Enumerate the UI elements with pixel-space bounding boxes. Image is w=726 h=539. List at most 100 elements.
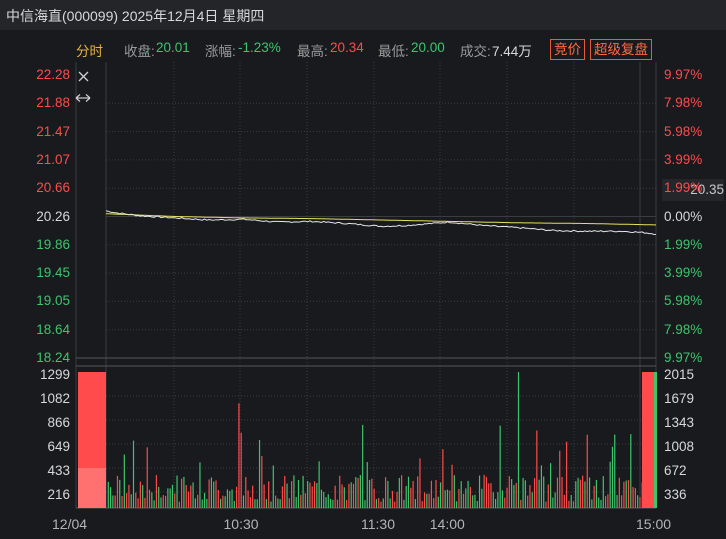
volume-bar xyxy=(460,481,462,508)
volume-bar xyxy=(584,481,586,508)
volume-bar xyxy=(611,446,614,508)
volume-bar xyxy=(472,495,474,508)
volume-bar xyxy=(274,495,277,508)
volume-bar xyxy=(511,479,513,508)
volume-bar xyxy=(575,481,577,508)
price-axis-label: 21.47 xyxy=(36,123,70,139)
volume-bar xyxy=(527,495,529,508)
percent-axis-label: 3.99% xyxy=(664,151,703,167)
volume-bar xyxy=(469,486,471,508)
volume-axis-label-right: 1679 xyxy=(664,391,695,406)
volume-bar xyxy=(144,497,146,508)
volume-bar xyxy=(224,496,226,508)
volume-bar xyxy=(176,475,178,508)
price-axis-label: 18.64 xyxy=(36,321,70,337)
time-axis-label: 11:30 xyxy=(361,516,395,532)
volume-axis-label-right: 336 xyxy=(664,487,687,502)
percent-axis-label: 3.99% xyxy=(664,265,703,281)
volume-bar xyxy=(242,495,245,508)
volume-bar xyxy=(623,481,625,508)
volume-bar xyxy=(378,498,380,508)
volume-bar xyxy=(300,494,302,508)
volume-bar xyxy=(621,495,623,508)
volume-bar xyxy=(437,496,439,508)
volume-bar xyxy=(563,494,565,508)
volume-bar xyxy=(181,478,183,508)
price-axis-label: 21.88 xyxy=(36,95,70,111)
volume-bar xyxy=(570,494,572,508)
volume-bar xyxy=(488,483,490,508)
volume-bar xyxy=(483,474,485,508)
volume-axis-label-right: 2015 xyxy=(664,367,695,382)
volume-bar xyxy=(178,501,180,508)
volume-bar xyxy=(167,488,169,508)
volume-bar xyxy=(490,483,492,508)
volume-bar xyxy=(566,441,568,508)
volume-bar xyxy=(593,485,595,508)
volume-bar xyxy=(442,449,444,508)
volume-bar xyxy=(121,495,123,508)
time-axis-label: 12/04 xyxy=(52,516,88,532)
percent-axis-label: 7.98% xyxy=(664,321,703,337)
volume-bar xyxy=(632,487,634,508)
volume-bar xyxy=(153,500,155,508)
volume-bar xyxy=(311,486,313,508)
volume-bar xyxy=(291,481,293,508)
time-axis-label: 14:00 xyxy=(429,516,465,532)
volume-bar xyxy=(126,492,128,508)
price-axis-label: 20.26 xyxy=(36,208,70,224)
volume-bar xyxy=(382,498,384,508)
volume-bar xyxy=(435,479,437,508)
volume-bar xyxy=(169,488,171,508)
volume-bar xyxy=(339,475,341,508)
volume-bar xyxy=(352,483,355,508)
percent-axis-label: 9.97% xyxy=(664,350,703,365)
volume-bar xyxy=(295,496,297,508)
volume-bar xyxy=(604,496,607,508)
volume-axis-label: 216 xyxy=(47,487,70,502)
volume-bar xyxy=(549,463,552,508)
volume-bar xyxy=(318,461,320,508)
close-icon[interactable] xyxy=(78,71,89,82)
volume-bar xyxy=(627,480,630,508)
volume-bar xyxy=(602,476,604,508)
volume-axis-label: 649 xyxy=(47,439,70,454)
volume-bar xyxy=(476,500,478,508)
volume-bar xyxy=(403,499,405,508)
horizontal-resize-icon[interactable] xyxy=(75,94,91,102)
volume-bar xyxy=(465,488,467,508)
volume-bar xyxy=(444,490,446,508)
volume-bar xyxy=(405,485,407,508)
volume-bar xyxy=(582,475,584,508)
volume-bar xyxy=(114,495,116,508)
volume-bar xyxy=(634,488,636,508)
volume-bar xyxy=(249,497,251,508)
volume-bar xyxy=(320,489,323,508)
volume-bar xyxy=(366,462,368,508)
volume-bar xyxy=(371,478,373,508)
intraday-chart[interactable] xyxy=(0,0,726,539)
volume-bar xyxy=(210,477,213,508)
volume-bar xyxy=(501,490,504,508)
volume-bar xyxy=(545,501,547,508)
volume-bar xyxy=(270,501,272,508)
volume-bar xyxy=(529,485,531,508)
volume-bar xyxy=(229,490,231,508)
volume-bar xyxy=(307,481,309,508)
volume-bar xyxy=(559,450,561,508)
volume-bar xyxy=(357,477,359,508)
volume-bar xyxy=(515,482,517,508)
volume-bars xyxy=(78,372,657,508)
volume-bar xyxy=(449,490,451,508)
volume-bar xyxy=(208,479,210,508)
volume-bar xyxy=(341,484,343,508)
volume-bar xyxy=(504,497,506,508)
volume-bar xyxy=(293,475,295,508)
volume-bar xyxy=(261,456,263,508)
volume-bar xyxy=(146,447,148,508)
volume-bar xyxy=(116,475,119,508)
volume-bar xyxy=(561,476,563,508)
percent-axis-label: 1.99% xyxy=(664,180,703,196)
volume-bar xyxy=(536,430,538,508)
volume-bar xyxy=(508,476,510,508)
